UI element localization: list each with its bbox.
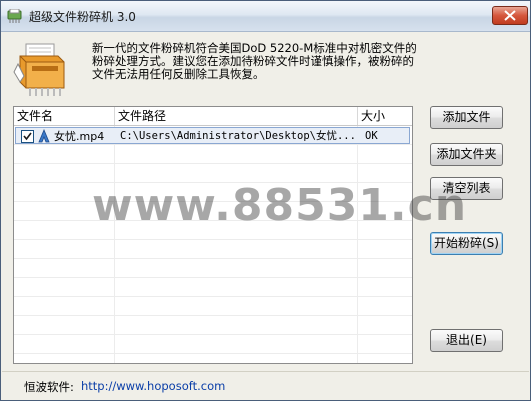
- table-row: [14, 278, 412, 297]
- close-icon: [504, 10, 516, 21]
- table-row: [14, 316, 412, 335]
- file-name-cell: 女忧.mp4: [54, 130, 105, 143]
- file-path-cell: C:\Users\Administrator\Desktop\女忧...: [120, 130, 356, 142]
- table-row: [14, 354, 412, 363]
- add-file-button[interactable]: 添加文件: [430, 106, 503, 129]
- video-file-icon: [37, 128, 51, 144]
- column-header-filename[interactable]: 文件名: [14, 107, 115, 125]
- close-button[interactable]: [492, 6, 528, 25]
- start-shred-button[interactable]: 开始粉碎(S): [430, 232, 503, 255]
- table-row: [14, 145, 412, 164]
- table-row: [14, 240, 412, 259]
- file-checkbox[interactable]: [21, 130, 34, 143]
- table-row: [14, 297, 412, 316]
- main-panel: 新一代的文件粉碎机符合美国DoD 5220-M标准中对机密文件的粉碎处理方式。建…: [2, 32, 529, 399]
- title-bar[interactable]: 超级文件粉碎机 3.0: [1, 1, 530, 32]
- file-list[interactable]: 文件名 文件路径 大小 女忧.mp4 C:\Users\Administrato…: [13, 106, 413, 364]
- table-row: [14, 259, 412, 278]
- shredder-illustration-icon: [12, 42, 70, 98]
- footer-company-label: 恒波软件:: [24, 380, 74, 394]
- file-row-selected[interactable]: 女忧.mp4 C:\Users\Administrator\Desktop\女忧…: [15, 127, 410, 144]
- exit-button[interactable]: 退出(E): [430, 329, 503, 352]
- footer-bar: 恒波软件: http://www.hoposoft.com: [2, 371, 529, 400]
- app-window: 超级文件粉碎机 3.0 新一代的文件粉碎机符合美国DoD 5220-M标准中对机…: [0, 0, 531, 401]
- shredder-icon: [7, 8, 23, 23]
- description-text: 新一代的文件粉碎机符合美国DoD 5220-M标准中对机密文件的粉碎处理方式。建…: [92, 41, 417, 81]
- watermark-text: www.88531.cn: [92, 180, 468, 231]
- footer-website-link[interactable]: http://www.hoposoft.com: [81, 379, 225, 393]
- window-title: 超级文件粉碎机 3.0: [29, 10, 136, 24]
- file-size-cell: OK: [365, 130, 378, 142]
- column-header-size[interactable]: 大小: [358, 107, 412, 125]
- list-header: 文件名 文件路径 大小: [14, 107, 412, 126]
- column-header-path[interactable]: 文件路径: [115, 107, 358, 125]
- add-folder-button[interactable]: 添加文件夹: [430, 143, 503, 166]
- list-grid: [14, 126, 412, 363]
- table-row: [14, 335, 412, 354]
- checkmark-icon: [23, 132, 32, 141]
